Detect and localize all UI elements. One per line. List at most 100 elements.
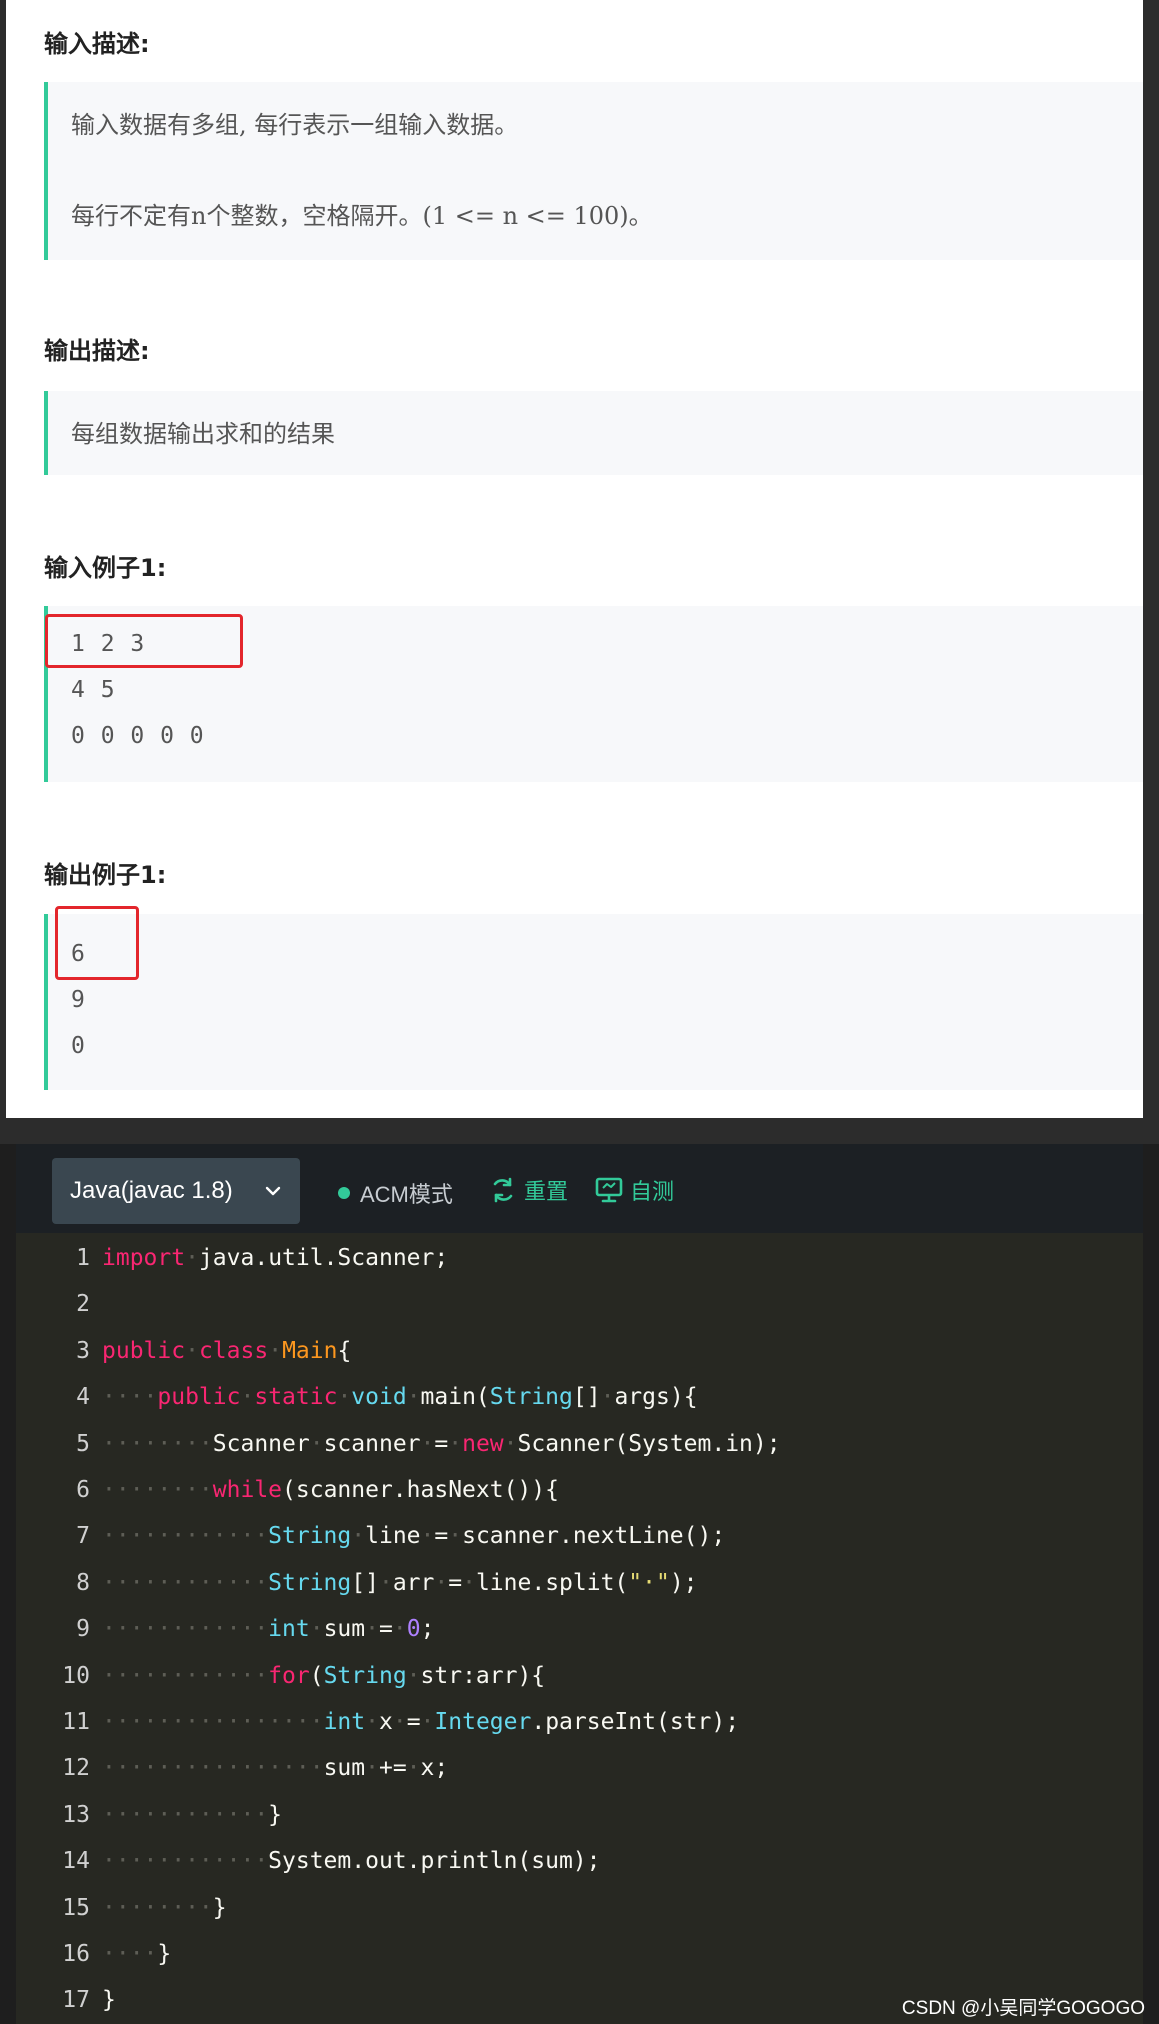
code-token: } — [157, 1941, 172, 1967]
line-number: 1 — [76, 1245, 90, 1271]
code-token: scanner.nextLine(); — [462, 1523, 726, 1550]
code-token: x — [378, 1709, 393, 1735]
code-line: 9 ············int·sum·=·0; — [16, 1606, 1143, 1652]
code-line: 6 ········while(scanner.hasNext()){ — [16, 1467, 1143, 1513]
line-number: 8 — [76, 1569, 90, 1596]
code-token: · — [406, 1384, 421, 1411]
code-token: Scanner — [212, 1430, 310, 1457]
line-code: } — [102, 1977, 116, 2023]
reset-button[interactable]: 重置 — [488, 1172, 568, 1208]
line-number: 14 — [62, 1848, 90, 1875]
code-line: 5 ········Scanner·scanner·=·new·Scanner(S… — [16, 1421, 1143, 1467]
line-number: 6 — [76, 1477, 90, 1503]
code-token: public — [157, 1384, 241, 1411]
code-line: 16 ····} — [16, 1931, 1143, 1977]
code-token: ············ — [102, 1616, 269, 1643]
code-editor: Java(javac 1.8) ACM模式 重置 自测 1 import·jav… — [0, 1144, 1159, 2024]
code-token: · — [420, 1523, 435, 1550]
line-number: 12 — [62, 1755, 90, 1782]
code-token: · — [420, 1430, 435, 1457]
line-code: ············} — [102, 1792, 282, 1838]
problem-description-panel: 输入描述: 输入数据有多组, 每行表示一组输入数据。 每行不定有n个整数，空格隔… — [0, 0, 1159, 1118]
output-example-block: 6 9 0 — [44, 914, 1143, 1090]
status-dot-icon — [338, 1187, 350, 1199]
code-token: new — [462, 1430, 504, 1457]
code-token: x; — [420, 1755, 449, 1782]
language-select[interactable]: Java(javac 1.8) — [52, 1158, 300, 1224]
panel-edge-right — [1143, 0, 1159, 1118]
code-token: ( — [309, 1662, 324, 1689]
code-token: System.out.println(sum); — [268, 1848, 601, 1875]
line-code: import·java.util.Scanner; — [102, 1235, 448, 1281]
code-token: java.util.Scanner; — [198, 1245, 449, 1271]
acm-mode-label: ACM模式 — [360, 1182, 453, 1207]
code-line: 11 ················int·x·=·Integer.parseI… — [16, 1699, 1143, 1745]
code-token: · — [434, 1569, 449, 1596]
output-description-title: 输出描述: — [44, 337, 150, 365]
input-description-title: 输入描述: — [44, 30, 150, 58]
line-number: 17 — [62, 1987, 90, 2014]
language-select-label: Java(javac 1.8) — [70, 1177, 233, 1204]
editor-toolbar: Java(javac 1.8) ACM模式 重置 自测 — [16, 1144, 1143, 1233]
highlight-box — [55, 906, 139, 980]
code-token: ); — [669, 1569, 698, 1596]
line-code: public·class·Main{ — [102, 1328, 351, 1374]
line-number: 15 — [62, 1894, 90, 1921]
input-example-line: 0 0 0 0 0 — [71, 723, 205, 749]
output-example-title: 输出例子1: — [44, 861, 167, 889]
code-line: 3 public·class·Main{ — [16, 1328, 1143, 1374]
code-token: ············ — [102, 1523, 269, 1550]
code-line: 4 ····public·static·void·main(String[]·ar… — [16, 1374, 1143, 1420]
code-line: 10 ············for(String·str:arr){ — [16, 1653, 1143, 1699]
code-token: += — [378, 1755, 407, 1782]
code-token: ············ — [102, 1848, 269, 1875]
code-token: Scanner(System.in); — [517, 1430, 781, 1457]
code-token: · — [268, 1337, 283, 1364]
code-line: 1 import·java.util.Scanner; — [16, 1235, 1143, 1281]
input-example-title: 输入例子1: — [44, 554, 167, 582]
code-token: · — [365, 1709, 379, 1735]
code-token: Main — [282, 1337, 338, 1364]
code-token: ···· — [102, 1384, 158, 1411]
code-token: String — [268, 1569, 352, 1596]
code-token: ········ — [102, 1430, 213, 1457]
code-token: (scanner.hasNext()){ — [282, 1477, 559, 1503]
code-token: int — [323, 1709, 366, 1735]
code-token: ········ — [102, 1894, 213, 1921]
code-token: · — [462, 1569, 476, 1596]
code-token: ········ — [102, 1477, 213, 1503]
line-code: ········} — [102, 1885, 227, 1931]
editor-edge-left — [0, 1144, 16, 2024]
code-token: class — [198, 1337, 269, 1364]
code-line: 12 ················sum·+=·x; — [16, 1745, 1143, 1791]
highlight-box — [45, 614, 243, 668]
code-line: 13 ············} — [16, 1792, 1143, 1838]
code-token: .parseInt(str); — [531, 1709, 740, 1735]
code-token: · — [185, 1337, 199, 1364]
code-token: "·" — [628, 1569, 670, 1596]
input-description-line: 输入数据有多组, 每行表示一组输入数据。 — [71, 111, 519, 139]
refresh-icon — [493, 1177, 513, 1203]
panel-edge-left — [0, 0, 6, 1118]
line-number: 7 — [76, 1523, 90, 1550]
code-token: line.split( — [475, 1569, 629, 1596]
code-token: · — [309, 1430, 324, 1457]
input-example-line: 4 5 — [71, 677, 116, 703]
code-token: ············ — [102, 1569, 269, 1596]
code-token: sum — [323, 1755, 366, 1782]
line-code: ····public·static·void·main(String[]·arg… — [102, 1374, 698, 1420]
monitor-icon — [595, 1177, 623, 1203]
input-description-line: 每行不定有n个整数，空格隔开。(1 <= n <= 100)。 — [71, 202, 653, 230]
code-token: int — [268, 1616, 310, 1643]
code-token: String — [268, 1523, 352, 1550]
line-code: ············System.out.println(sum); — [102, 1838, 601, 1884]
self-test-button[interactable]: 自测 — [594, 1172, 674, 1208]
code-text-area[interactable]: 1 import·java.util.Scanner; 2 3 public·class… — [16, 1233, 1143, 2024]
code-token: [] — [351, 1569, 379, 1596]
line-code: ············String[]·arr·=·line.split("·… — [102, 1560, 698, 1606]
line-number: 5 — [76, 1430, 90, 1457]
code-token: · — [365, 1755, 379, 1782]
chevron-down-icon — [265, 1186, 281, 1196]
code-token: ················ — [102, 1709, 324, 1735]
code-token: static — [254, 1384, 338, 1411]
